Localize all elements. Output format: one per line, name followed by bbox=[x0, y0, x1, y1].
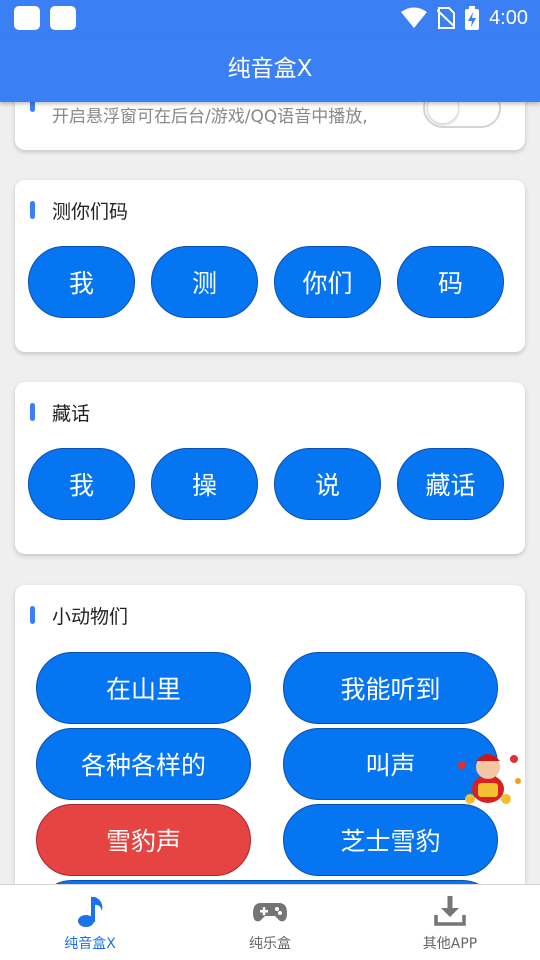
battery-charging-icon bbox=[465, 6, 480, 30]
nav-label: 其他APP bbox=[422, 936, 478, 952]
section-accent-bar bbox=[30, 102, 35, 112]
wifi-icon bbox=[401, 7, 428, 28]
bottom-navigation: 纯音盒X 纯乐盒 其他APP bbox=[0, 884, 540, 960]
section-accent-bar bbox=[30, 201, 35, 219]
toggle-knob bbox=[427, 102, 459, 124]
float-window-toggle[interactable] bbox=[423, 102, 501, 128]
sound-button[interactable]: 我能听到 bbox=[283, 652, 498, 724]
section-card: 小动物们 在山里 我能听到 各种各样的 叫声 雪豹声 芝士雪豹 bbox=[15, 585, 525, 884]
sound-button[interactable]: 各种各样的 bbox=[36, 728, 251, 800]
sound-button[interactable]: 藏话 bbox=[397, 448, 504, 520]
sound-button[interactable]: 我 bbox=[28, 246, 135, 318]
floating-mascot-icon[interactable] bbox=[452, 745, 524, 807]
gamepad-icon bbox=[253, 903, 287, 922]
sound-button[interactable]: 我 bbox=[28, 448, 135, 520]
sound-button[interactable]: 你们 bbox=[274, 246, 381, 318]
sound-button-active[interactable]: 雪豹声 bbox=[36, 804, 251, 876]
sound-button[interactable]: 操 bbox=[151, 448, 258, 520]
section-card: 测你们码 我 测 你们 码 bbox=[15, 180, 525, 352]
status-bar: 4:00 bbox=[0, 0, 540, 36]
app-title: 纯音盒X bbox=[0, 36, 540, 102]
float-window-card: 开启悬浮窗可在后台/游戏/QQ语音中播放, bbox=[15, 102, 525, 150]
nav-label: 纯乐盒 bbox=[249, 936, 291, 952]
music-note-icon bbox=[78, 897, 103, 927]
sound-button[interactable]: 在山里 bbox=[36, 652, 251, 724]
nav-tab-chunyinhe[interactable]: 纯音盒X bbox=[0, 885, 180, 960]
section-title: 小动物们 bbox=[52, 606, 129, 628]
section-card: 藏话 我 操 说 藏话 bbox=[15, 382, 525, 554]
no-sim-icon bbox=[437, 7, 456, 29]
notification-icon bbox=[14, 6, 40, 30]
nav-tab-other-apps[interactable]: 其他APP bbox=[360, 885, 540, 960]
float-window-description: 开启悬浮窗可在后台/游戏/QQ语音中播放, bbox=[52, 107, 368, 127]
section-accent-bar bbox=[30, 606, 35, 624]
section-accent-bar bbox=[30, 403, 35, 421]
sound-button[interactable]: 测 bbox=[151, 246, 258, 318]
section-title: 测你们码 bbox=[52, 201, 129, 223]
download-icon bbox=[434, 896, 466, 926]
nav-tab-chunlehe[interactable]: 纯乐盒 bbox=[180, 885, 360, 960]
nav-label: 纯音盒X bbox=[64, 936, 116, 952]
sound-button[interactable]: 芝士雪豹 bbox=[283, 804, 498, 876]
clock: 4:00 bbox=[489, 6, 528, 29]
sound-button[interactable]: 码 bbox=[397, 246, 504, 318]
sound-button[interactable]: 说 bbox=[274, 448, 381, 520]
section-title: 藏话 bbox=[52, 403, 91, 425]
notification-icon bbox=[50, 6, 76, 30]
